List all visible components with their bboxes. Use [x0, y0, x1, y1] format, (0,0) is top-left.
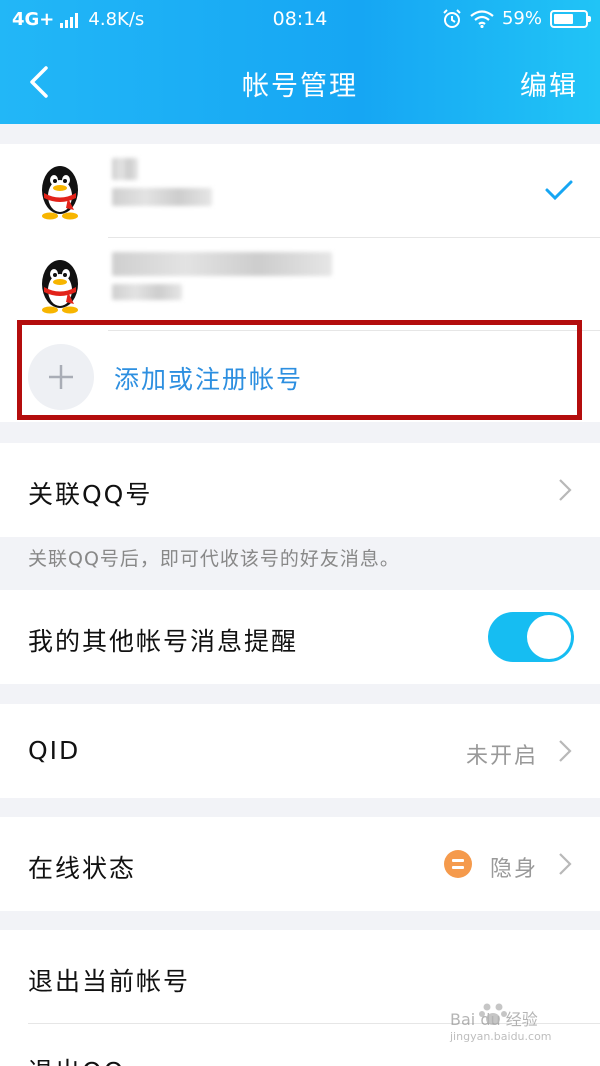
wifi-icon — [470, 9, 494, 28]
status-right: 59% — [442, 8, 591, 29]
account-name-blurred — [112, 252, 332, 276]
online-status-label: 在线状态 — [28, 854, 137, 883]
watermark-subtext: jingyan.baidu.com — [450, 1030, 552, 1043]
battery-icon — [550, 9, 591, 28]
account-number-blurred — [112, 188, 212, 206]
online-status-row[interactable]: 在线状态 隐身 — [0, 817, 600, 911]
status-bar: 4G+ 4.8K/s 08:14 59% — [0, 0, 600, 40]
alarm-icon — [443, 8, 461, 28]
nav-bar: 帐号管理 编辑 — [0, 40, 600, 124]
linked-qq-row[interactable]: 关联QQ号 — [0, 443, 600, 537]
add-account-circle — [28, 344, 94, 410]
edit-button[interactable]: 编辑 — [520, 64, 578, 103]
other-account-alert-label: 我的其他帐号消息提醒 — [28, 627, 299, 656]
other-account-alert-row: 我的其他帐号消息提醒 — [0, 590, 600, 684]
chevron-right-icon — [559, 740, 572, 762]
add-account-label: 添加或注册帐号 — [114, 365, 304, 394]
logout-qq-label: 退出QQ — [28, 1052, 125, 1066]
account-item[interactable] — [0, 144, 600, 238]
other-account-alert-toggle[interactable] — [488, 612, 574, 662]
checkmark-icon — [545, 180, 573, 201]
qid-label: QID — [28, 736, 81, 765]
logout-current-label: 退出当前帐号 — [28, 967, 191, 996]
qid-row[interactable]: QID 未开启 — [0, 704, 600, 798]
plus-icon — [49, 365, 73, 389]
qq-penguin-avatar — [42, 260, 78, 314]
chevron-right-icon — [559, 479, 572, 501]
account-item[interactable] — [0, 238, 600, 332]
account-number-blurred — [112, 284, 182, 300]
online-status-value: 隐身 — [489, 857, 538, 882]
add-account-row[interactable]: 添加或注册帐号 — [0, 330, 600, 422]
battery-percent: 59% — [501, 8, 542, 29]
page-title: 帐号管理 — [242, 71, 358, 102]
watermark-text: Bai du 经验 — [450, 1010, 538, 1029]
linked-qq-label: 关联QQ号 — [28, 480, 153, 509]
invisible-status-icon — [444, 850, 472, 878]
linked-qq-hint: 关联QQ号后，即可代收该号的好友消息。 — [28, 548, 400, 570]
qq-penguin-avatar — [42, 166, 78, 220]
toggle-knob — [527, 615, 571, 659]
chevron-right-icon — [559, 853, 572, 875]
qid-value: 未开启 — [465, 744, 538, 769]
baidu-watermark: Bai du 经验 jingyan.baidu.com — [450, 998, 570, 1048]
account-name-blurred — [112, 158, 138, 180]
header: 4G+ 4.8K/s 08:14 59% 帐号管理 编辑 — [0, 0, 600, 124]
